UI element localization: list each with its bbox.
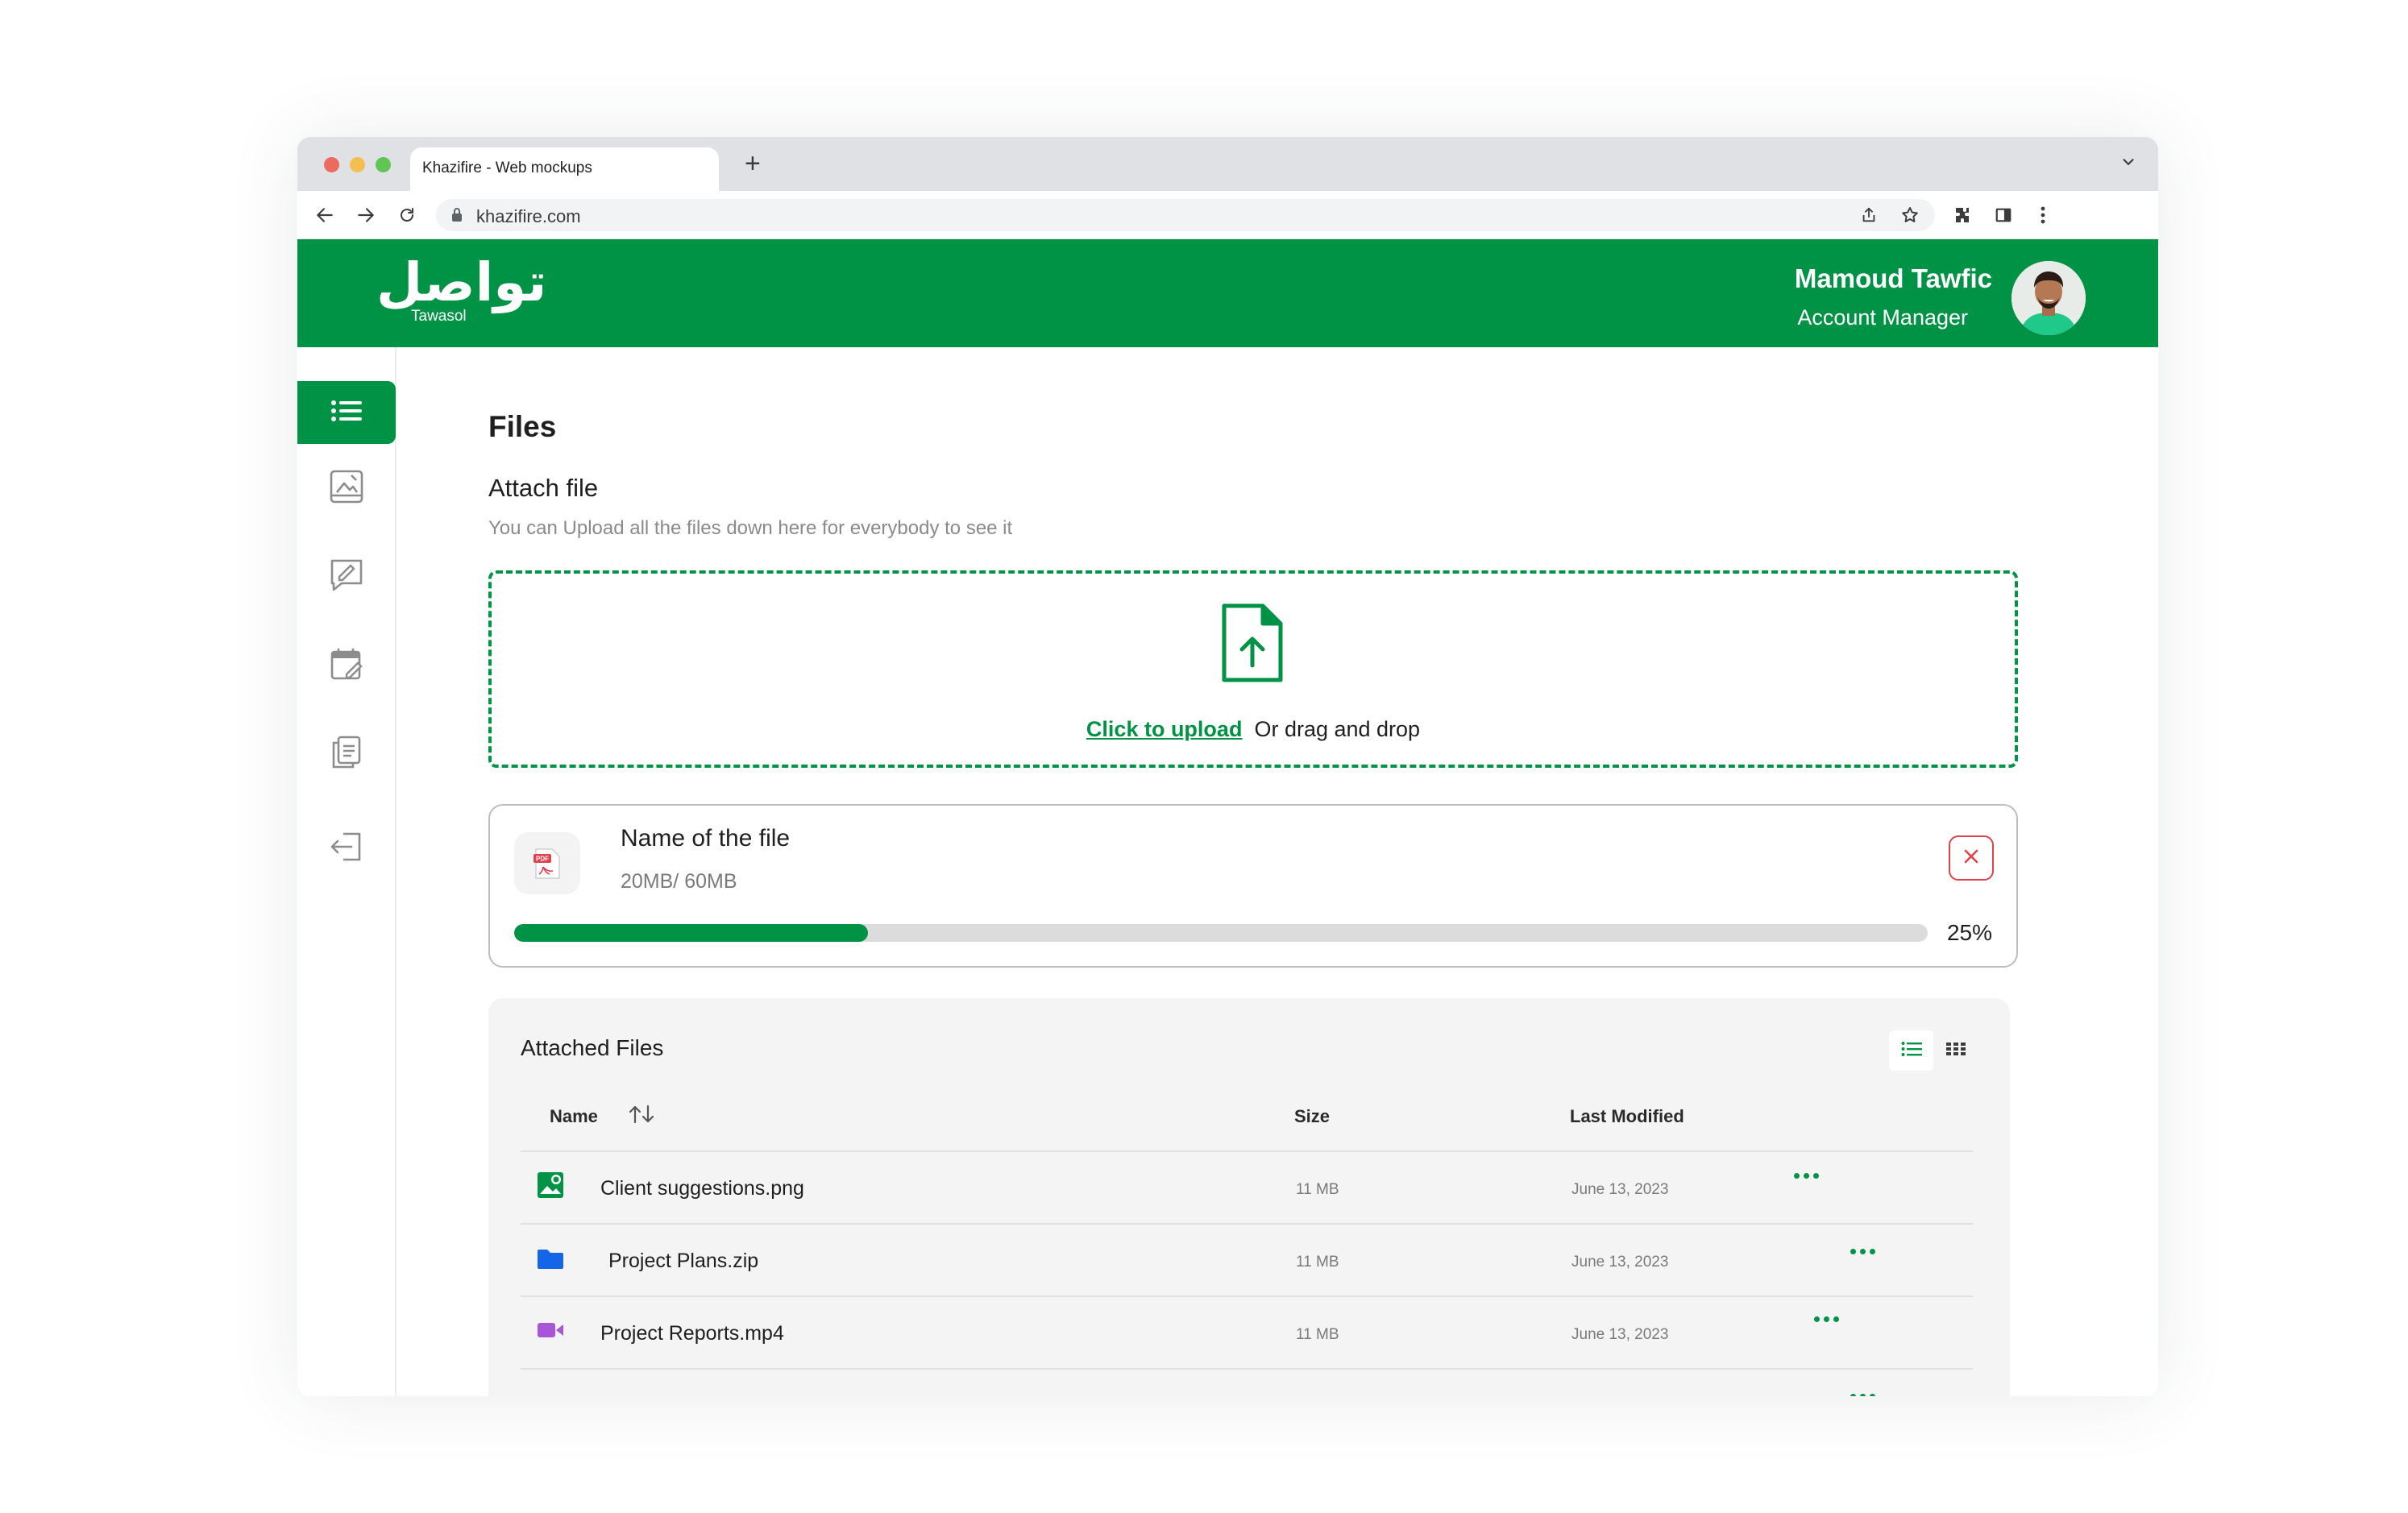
view-toggle: [1889, 1030, 1978, 1071]
sort-icon[interactable]: [628, 1103, 655, 1130]
logo-latin: Tawasol: [411, 308, 467, 325]
browser-tab[interactable]: Khazifire - Web mockups: [410, 147, 719, 191]
more-options-icon[interactable]: [1850, 1394, 1875, 1396]
side-panel-icon[interactable]: [1991, 202, 2016, 228]
documents-icon: [329, 735, 364, 774]
attached-files-title: Attached Files: [521, 1035, 664, 1060]
sidebar-item-calendar[interactable]: [326, 645, 367, 686]
grid-view-button[interactable]: [1933, 1030, 1978, 1071]
upload-progress-card: PDF Name of the file 20MB/ 60MB 25%: [488, 804, 2018, 968]
new-tab-button[interactable]: +: [745, 150, 761, 177]
forward-arrow-icon[interactable]: [353, 202, 379, 228]
list-view-icon: [1901, 1041, 1922, 1061]
url-text: khazifire.com: [476, 206, 581, 226]
sidebar-item-messages[interactable]: [326, 557, 367, 597]
sidebar-item-logout[interactable]: [326, 828, 367, 868]
sidebar-item-documents[interactable]: [326, 734, 367, 774]
page-title: Files: [488, 410, 557, 443]
grid-view-icon: [1945, 1041, 1966, 1061]
message-edit-icon: [329, 558, 364, 597]
more-options-icon[interactable]: [1794, 1173, 1819, 1179]
upload-progress-label: 25%: [1946, 920, 1992, 945]
more-options-icon[interactable]: [1850, 1249, 1875, 1254]
extensions-puzzle-icon[interactable]: [1949, 202, 1975, 228]
user-role: Account Manager: [1797, 305, 1968, 330]
video-icon: [537, 1321, 564, 1343]
logout-icon: [329, 829, 364, 868]
calendar-edit-icon: [329, 646, 364, 686]
pdf-badge-text: PDF: [536, 855, 549, 862]
close-icon: [1962, 848, 1980, 869]
app-header: تواصل Tawasol Mamoud Tawfic Account Mana…: [297, 239, 2158, 347]
file-size: 11 MB: [1296, 1254, 1339, 1271]
attached-files-panel: Attached Files Name Size Last Modified C…: [488, 998, 2010, 1396]
column-header-name[interactable]: Name: [550, 1106, 598, 1127]
upload-progress-fill: [514, 924, 868, 942]
file-size: 11 MB: [1296, 1181, 1339, 1198]
upload-dropzone[interactable]: Click to upload Or drag and drop: [488, 570, 2018, 768]
table-row[interactable]: [521, 1368, 1973, 1396]
list-view-button[interactable]: [1889, 1030, 1933, 1071]
section-title: Attach file: [488, 474, 599, 502]
file-size: 11 MB: [1296, 1326, 1339, 1343]
close-window-button[interactable]: [324, 157, 339, 172]
logo-arabic[interactable]: تواصل: [376, 251, 546, 315]
image-edit-icon: [329, 469, 364, 508]
file-date: June 13, 2023: [1571, 1181, 1669, 1198]
file-name[interactable]: Client suggestions.png: [600, 1177, 804, 1200]
browser-window: Khazifire - Web mockups + khazifire.com: [297, 137, 2158, 1396]
browser-toolbar: khazifire.com: [297, 191, 2158, 239]
share-icon[interactable]: [1856, 202, 1882, 228]
maximize-window-button[interactable]: [376, 157, 391, 172]
table-row[interactable]: Project Reports.mp4 11 MB June 13, 2023: [521, 1295, 1973, 1368]
more-vertical-icon[interactable]: [2030, 202, 2056, 228]
cancel-upload-button[interactable]: [1949, 835, 1994, 881]
column-header-last-modified[interactable]: Last Modified: [1570, 1106, 1684, 1127]
sidebar-item-media[interactable]: [326, 468, 367, 508]
table-row[interactable]: Client suggestions.png 11 MB June 13, 20…: [521, 1150, 1973, 1223]
file-name[interactable]: Project Reports.mp4: [600, 1322, 784, 1345]
pdf-file-icon: PDF: [514, 832, 580, 894]
bookmark-star-icon[interactable]: [1897, 202, 1923, 228]
user-name: Mamoud Tawfic: [1794, 263, 1992, 293]
tab-title: Khazifire - Web mockups: [422, 160, 592, 176]
drag-drop-text: Or drag and drop: [1254, 717, 1421, 741]
image-file-icon: [537, 1171, 564, 1203]
dropzone-instructions: Click to upload Or drag and drop: [492, 717, 2015, 742]
folder-icon: [537, 1249, 564, 1274]
uploading-file-size: 20MB/ 60MB: [621, 870, 737, 893]
section-subtitle: You can Upload all the files down here f…: [488, 517, 1013, 539]
avatar[interactable]: [2012, 261, 2086, 335]
chevron-down-icon[interactable]: [2119, 153, 2137, 175]
sidebar: [297, 347, 396, 1396]
lock-icon: [450, 207, 463, 227]
file-name[interactable]: Project Plans.zip: [608, 1250, 758, 1273]
reload-icon[interactable]: [394, 202, 420, 228]
tab-bar: Khazifire - Web mockups +: [297, 137, 2158, 191]
column-header-size[interactable]: Size: [1294, 1106, 1330, 1127]
list-icon: [330, 399, 363, 427]
file-date: June 13, 2023: [1571, 1254, 1669, 1271]
minimize-window-button[interactable]: [350, 157, 365, 172]
file-upload-icon: [1221, 603, 1284, 687]
more-options-icon[interactable]: [1814, 1316, 1839, 1322]
uploading-file-name: Name of the file: [621, 825, 791, 852]
address-bar[interactable]: khazifire.com: [436, 199, 1935, 231]
table-row[interactable]: Project Plans.zip 11 MB June 13, 2023: [521, 1223, 1973, 1295]
upload-progress-bar: [514, 924, 1928, 942]
sidebar-item-files[interactable]: [297, 381, 396, 444]
back-arrow-icon[interactable]: [312, 202, 338, 228]
click-to-upload-link[interactable]: Click to upload: [1086, 717, 1243, 741]
file-date: June 13, 2023: [1571, 1326, 1669, 1343]
main-content: Files Attach file You can Upload all the…: [488, 347, 2044, 1396]
